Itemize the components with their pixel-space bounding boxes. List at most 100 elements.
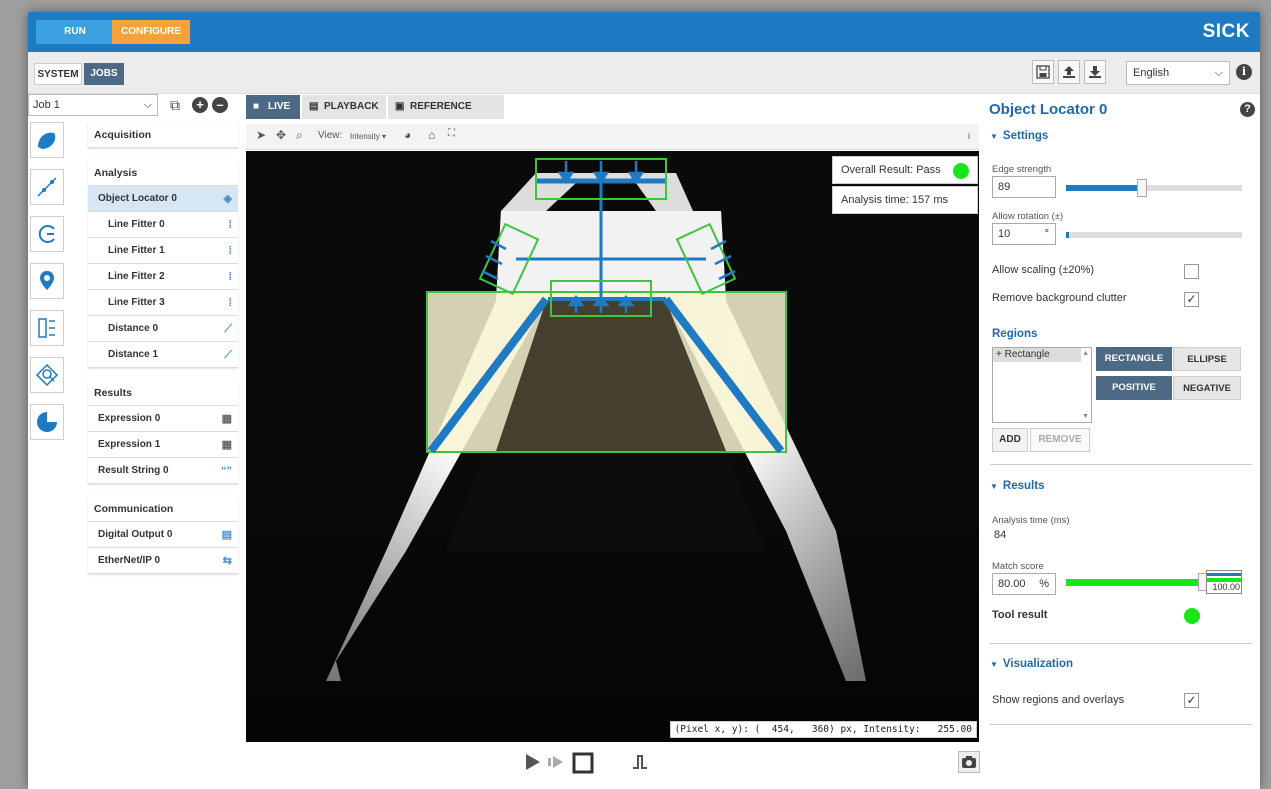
object-locator-icon: ◈ — [223, 193, 232, 205]
regions-list[interactable]: + Rectangle ▲ ▼ — [992, 347, 1092, 423]
positive-button[interactable]: POSITIVE — [1096, 376, 1172, 400]
tree-item-distance[interactable]: Distance 0 ⟋ — [88, 316, 238, 342]
add-job-icon[interactable]: + — [192, 97, 208, 113]
analysis-time-text: Analysis time: 157 ms — [841, 194, 948, 206]
tree-item-ethernet-ip[interactable]: EtherNet/IP 0 ⇆ — [88, 548, 238, 574]
overall-result-box: Overall Result: Pass — [832, 156, 978, 184]
tree-item-label: EtherNet/IP 0 — [98, 555, 161, 566]
settings-header[interactable]: ▼ Settings — [990, 130, 1048, 142]
inspect-tool-icon[interactable] — [30, 357, 64, 393]
result-tool-icon[interactable] — [30, 404, 64, 440]
help-icon[interactable]: ? — [1240, 102, 1255, 117]
jobs-tab[interactable]: JOBS — [84, 63, 124, 85]
tree-section-analysis[interactable]: Analysis — [88, 160, 238, 186]
edge-strength-knob[interactable] — [1136, 179, 1147, 197]
video-camera-icon: ■ — [253, 101, 260, 112]
tree-item-object-locator[interactable]: Object Locator 0 ◈ — [88, 186, 238, 212]
zoom-icon[interactable]: ⌕ — [296, 128, 303, 143]
tree-section-results[interactable]: Results — [88, 380, 238, 406]
tree-item-line-fitter[interactable]: Line Fitter 3 ⁞ — [88, 290, 238, 316]
trigger-icon[interactable] — [630, 752, 650, 775]
rotation-unit: ° — [1044, 228, 1049, 240]
line-fitter-tool-icon[interactable] — [30, 310, 64, 346]
rotation-slider[interactable] — [1066, 232, 1242, 238]
calculator-icon: ▦ — [221, 413, 232, 425]
region-list-item[interactable]: + Rectangle — [993, 348, 1081, 362]
tab-live[interactable]: ■ LIVE — [246, 95, 300, 119]
tree-item-result-string[interactable]: Result String 0 “” — [88, 458, 238, 484]
scroll-down-icon[interactable]: ▼ — [1082, 413, 1089, 420]
clutter-checkbox[interactable]: ✓ — [1184, 292, 1199, 307]
system-tab[interactable]: SYSTEM — [34, 63, 82, 85]
locate-tool-icon[interactable] — [30, 263, 64, 299]
edge-strength-input[interactable]: 89 — [992, 176, 1056, 198]
match-score-input[interactable]: 80.00 % — [992, 573, 1056, 595]
fit-screen-icon[interactable]: ⛶ — [448, 128, 455, 139]
negative-button[interactable]: NEGATIVE — [1173, 376, 1241, 400]
configure-tab[interactable]: CONFIGURE — [112, 20, 190, 44]
overlay-checkbox[interactable]: ✓ — [1184, 693, 1199, 708]
step-icon[interactable] — [546, 752, 566, 775]
tab-playback[interactable]: ▤ PLAYBACK — [302, 95, 386, 119]
duplicate-job-icon[interactable]: ⧉ — [166, 96, 184, 114]
tree-item-label: Distance 1 — [108, 349, 159, 360]
tree-section-acquisition[interactable]: Acquisition — [88, 122, 238, 148]
ellipse-button[interactable]: ELLIPSE — [1173, 347, 1241, 371]
home-icon[interactable]: ⌂ — [428, 128, 435, 142]
stop-icon[interactable] — [572, 752, 594, 777]
scroll-up-icon[interactable]: ▲ — [1082, 350, 1089, 357]
tree-item-line-fitter[interactable]: Line Fitter 2 ⁞ — [88, 264, 238, 290]
remove-region-button[interactable]: REMOVE — [1030, 428, 1090, 452]
remove-job-icon[interactable]: – — [212, 97, 228, 113]
tab-label: PLAYBACK — [324, 101, 379, 112]
match-score-label: Match score — [992, 561, 1044, 572]
tree-item-expression[interactable]: Expression 1 ▦ — [88, 432, 238, 458]
play-icon[interactable] — [522, 752, 542, 775]
viewer-info-icon[interactable]: i — [968, 131, 970, 141]
quote-icon: “” — [221, 465, 232, 477]
panel-title: Object Locator 0 — [989, 101, 1108, 118]
tree-item-label: Result String 0 — [98, 465, 169, 476]
rotation-label: Allow rotation (±) — [992, 211, 1064, 222]
language-select[interactable]: English ⌵ — [1126, 61, 1230, 85]
measure-tool-icon[interactable] — [30, 169, 64, 205]
tree-item-line-fitter[interactable]: Line Fitter 0 ⁞ — [88, 212, 238, 238]
gauge-tool-icon[interactable] — [30, 216, 64, 252]
tab-reference-image[interactable]: ▣REFERENCE IMAGE — [388, 95, 504, 136]
job-select[interactable]: Job 1 ⌵ — [28, 94, 158, 116]
camera-image-view[interactable]: Overall Result: Pass Analysis time: 157 … — [246, 151, 979, 742]
upload-icon[interactable] — [1058, 60, 1080, 84]
pan-icon[interactable]: ✥ — [276, 128, 286, 142]
scaling-checkbox[interactable] — [1184, 264, 1199, 279]
run-tab[interactable]: RUN — [36, 20, 114, 44]
tree-item-label: Line Fitter 2 — [108, 271, 165, 282]
tree-section-communication[interactable]: Communication — [88, 496, 238, 522]
rotation-input[interactable]: 10 ° — [992, 223, 1056, 245]
view-label: View: — [318, 130, 343, 141]
add-region-button[interactable]: ADD — [992, 428, 1028, 452]
save-icon[interactable] — [1032, 60, 1054, 84]
download-icon[interactable] — [1084, 60, 1106, 84]
tree-item-label: Line Fitter 0 — [108, 219, 165, 230]
palette-icon[interactable]: ◕ — [404, 128, 411, 142]
tree-item-label: Digital Output 0 — [98, 529, 173, 540]
camera-image — [246, 158, 979, 742]
edge-strength-slider[interactable] — [1066, 179, 1242, 197]
tree-item-expression[interactable]: Expression 0 ▦ — [88, 406, 238, 432]
visualization-header[interactable]: ▼ Visualization — [990, 658, 1073, 670]
tree-item-digital-output[interactable]: Digital Output 0 ▤ — [88, 522, 238, 548]
tree-item-label: Object Locator 0 — [98, 193, 177, 204]
results-header[interactable]: ▼ Results — [990, 480, 1044, 492]
collapse-icon: ▼ — [990, 132, 998, 141]
section-divider — [990, 464, 1252, 465]
snapshot-camera-icon[interactable] — [958, 751, 980, 773]
acquisition-tool-icon[interactable] — [30, 122, 64, 158]
network-icon: ⇆ — [222, 555, 232, 567]
tree-item-line-fitter[interactable]: Line Fitter 1 ⁞ — [88, 238, 238, 264]
tree-item-distance[interactable]: Distance 1 ⟋ — [88, 342, 238, 368]
info-icon[interactable]: i — [1236, 64, 1252, 80]
view-mode-select[interactable]: Intensity ▾ — [350, 132, 386, 141]
match-score-slider[interactable] — [1066, 573, 1208, 591]
rectangle-button[interactable]: RECTANGLE — [1096, 347, 1172, 371]
pointer-icon[interactable]: ➤ — [256, 128, 266, 142]
